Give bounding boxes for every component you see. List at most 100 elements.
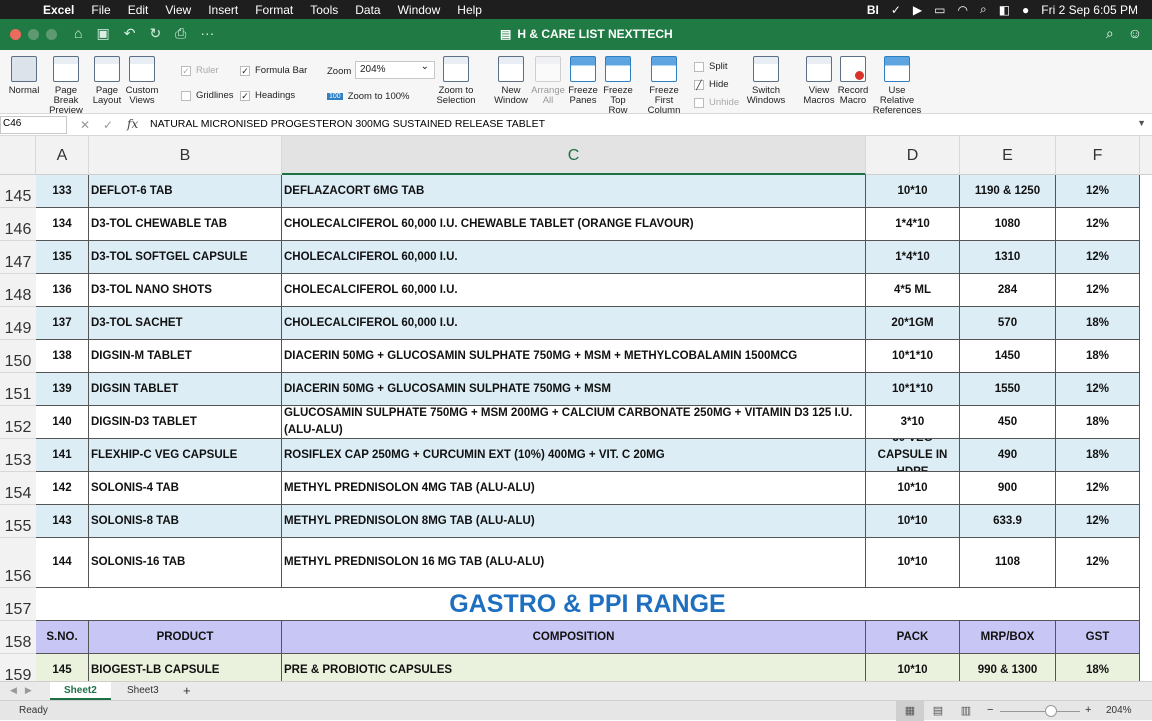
cell-gst[interactable]: 12% xyxy=(1056,208,1140,241)
sheet-nav-arrows-icon[interactable]: ◀▶ xyxy=(10,685,40,696)
cell-mrp[interactable]: MRP/BOX xyxy=(960,621,1056,654)
worksheet-grid[interactable]: 145 133 DEFLOT-6 TAB DEFLAZACORT 6MG TAB 10*… xyxy=(0,175,1152,681)
cell-gst[interactable]: 12% xyxy=(1056,472,1140,505)
cell-gst[interactable]: 12% xyxy=(1056,274,1140,307)
sheet-tab-sheet3[interactable]: Sheet3 xyxy=(113,682,173,700)
zoom-percentage[interactable]: 204% xyxy=(1106,705,1132,716)
cell-sno[interactable]: 142 xyxy=(36,472,89,505)
cell-sno[interactable]: 143 xyxy=(36,505,89,538)
cell-pack[interactable]: 1*4*10 xyxy=(866,241,960,274)
cell-product[interactable]: DEFLOT-6 TAB xyxy=(89,175,282,208)
clock[interactable]: Fri 2 Sep 6:05 PM xyxy=(1041,3,1138,17)
cell-sno[interactable]: 140 xyxy=(36,406,89,439)
cell-pack[interactable]: 10*10 xyxy=(866,175,960,208)
undo-icon[interactable]: ↶ xyxy=(124,25,136,42)
headings-checkbox[interactable]: ✓ Headings xyxy=(240,90,295,101)
cell-composition[interactable]: COMPOSITION xyxy=(282,621,866,654)
cell-product[interactable]: SOLONIS-8 TAB xyxy=(89,505,282,538)
zoom-window-button[interactable] xyxy=(46,29,57,40)
row-header[interactable]: 157 xyxy=(0,588,36,621)
zoom-out-button[interactable]: − xyxy=(987,704,993,716)
sheet-tab-sheet2[interactable]: Sheet2 xyxy=(50,682,111,700)
cell-product[interactable]: DIGSIN-D3 TABLET xyxy=(89,406,282,439)
row-header[interactable]: 154 xyxy=(0,472,36,505)
cell-pack[interactable]: 4*5 ML xyxy=(866,274,960,307)
play-icon[interactable]: ▶ xyxy=(913,3,922,17)
ruler-checkbox[interactable]: ✓ Ruler xyxy=(181,65,219,76)
check-circle-icon[interactable]: ✓ xyxy=(891,3,901,17)
cell-mrp[interactable]: 1080 xyxy=(960,208,1056,241)
view-macros-button[interactable]: View Macros xyxy=(803,56,835,106)
zoom-select[interactable]: 204% xyxy=(355,61,435,79)
insert-function-icon[interactable]: fx xyxy=(127,117,138,131)
cell-product[interactable]: SOLONIS-16 TAB xyxy=(89,538,282,588)
cell-composition[interactable]: ROSIFLEX CAP 250MG + CURCUMIN EXT (10%) … xyxy=(282,439,866,472)
cell-gst[interactable]: GST xyxy=(1056,621,1140,654)
cell-sno[interactable]: 137 xyxy=(36,307,89,340)
cell-composition[interactable]: CHOLECALCIFEROL 60,000 I.U. xyxy=(282,274,866,307)
cell-composition[interactable]: GLUCOSAMIN SULPHATE 750MG + MSM 200MG + … xyxy=(282,406,866,439)
row-header[interactable]: 156 xyxy=(0,538,36,588)
cell-mrp[interactable]: 1310 xyxy=(960,241,1056,274)
bi-icon[interactable]: BI xyxy=(867,3,879,17)
cell-mrp[interactable]: 990 & 1300 xyxy=(960,654,1056,681)
cell-mrp[interactable]: 1190 & 1250 xyxy=(960,175,1056,208)
cell-composition[interactable]: CHOLECALCIFEROL 60,000 I.U. xyxy=(282,307,866,340)
menu-data[interactable]: Data xyxy=(355,3,380,17)
cell-mrp[interactable]: 1450 xyxy=(960,340,1056,373)
cell-sno[interactable]: 135 xyxy=(36,241,89,274)
arrange-all-button[interactable]: Arrange All xyxy=(531,56,565,106)
column-header-f[interactable]: F xyxy=(1056,136,1140,175)
cell-product[interactable]: FLEXHIP-C VEG CAPSULE xyxy=(89,439,282,472)
row-header[interactable]: 149 xyxy=(0,307,36,340)
cell-product[interactable]: BIOGEST-LB CAPSULE xyxy=(89,654,282,681)
custom-views-button[interactable]: Custom Views xyxy=(125,56,159,106)
menu-format[interactable]: Format xyxy=(255,3,293,17)
cell-sno[interactable]: 136 xyxy=(36,274,89,307)
column-header-b[interactable]: B xyxy=(89,136,282,175)
menu-tools[interactable]: Tools xyxy=(310,3,338,17)
cell-mrp[interactable]: 1550 xyxy=(960,373,1056,406)
cell-pack[interactable]: 10*10 xyxy=(866,472,960,505)
switch-windows-button[interactable]: Switch Windows xyxy=(746,56,786,106)
redo-icon[interactable]: ↻ xyxy=(149,25,161,42)
menu-view[interactable]: View xyxy=(165,3,191,17)
wifi-icon[interactable]: ◠ xyxy=(957,3,967,17)
cell-product[interactable]: DIGSIN-M TABLET xyxy=(89,340,282,373)
row-header[interactable]: 153 xyxy=(0,439,36,472)
cell-mrp[interactable]: 570 xyxy=(960,307,1056,340)
cell-gst[interactable]: 12% xyxy=(1056,373,1140,406)
menu-edit[interactable]: Edit xyxy=(128,3,149,17)
cell-product[interactable]: DIGSIN TABLET xyxy=(89,373,282,406)
freeze-panes-button[interactable]: Freeze Panes xyxy=(567,56,599,106)
cell-sno[interactable]: 134 xyxy=(36,208,89,241)
search-icon[interactable]: ⌕ xyxy=(1106,25,1114,42)
zoom-100-button[interactable]: 100 Zoom to 100% xyxy=(327,91,409,102)
cell-mrp[interactable]: 490 xyxy=(960,439,1056,472)
cell-pack[interactable]: 10*1*10 xyxy=(866,340,960,373)
hide-button[interactable]: ╱ Hide xyxy=(694,79,729,90)
cell-pack[interactable]: 1*4*10 xyxy=(866,208,960,241)
more-icon[interactable]: ··· xyxy=(200,25,214,42)
use-relative-references-button[interactable]: Use Relative References xyxy=(871,56,923,116)
cell-gst[interactable]: 12% xyxy=(1056,241,1140,274)
print-icon[interactable]: ⎙ xyxy=(175,25,186,42)
cell-composition[interactable]: DIACERIN 50MG + GLUCOSAMIN SULPHATE 750M… xyxy=(282,340,866,373)
cell-sno[interactable]: 138 xyxy=(36,340,89,373)
cell-gst[interactable]: 18% xyxy=(1056,307,1140,340)
close-window-button[interactable] xyxy=(10,29,21,40)
menu-file[interactable]: File xyxy=(91,3,110,17)
cell-product[interactable]: D3-TOL CHEWABLE TAB xyxy=(89,208,282,241)
menu-insert[interactable]: Insert xyxy=(208,3,238,17)
cell-pack[interactable]: 30 VEG CAPSULE IN HDPE xyxy=(866,439,960,472)
cell-composition[interactable]: CHOLECALCIFEROL 60,000 I.U. xyxy=(282,241,866,274)
cell-sno[interactable]: S.NO. xyxy=(36,621,89,654)
cell-gst[interactable]: 18% xyxy=(1056,654,1140,681)
select-all-corner[interactable] xyxy=(0,136,36,175)
cell-gst[interactable]: 18% xyxy=(1056,439,1140,472)
cell-sno[interactable]: 145 xyxy=(36,654,89,681)
cell-product[interactable]: SOLONIS-4 TAB xyxy=(89,472,282,505)
page-layout-button[interactable]: Page Layout xyxy=(92,56,122,106)
row-header[interactable]: 159 xyxy=(0,654,36,681)
control-center-icon[interactable]: ◧ xyxy=(999,3,1010,17)
